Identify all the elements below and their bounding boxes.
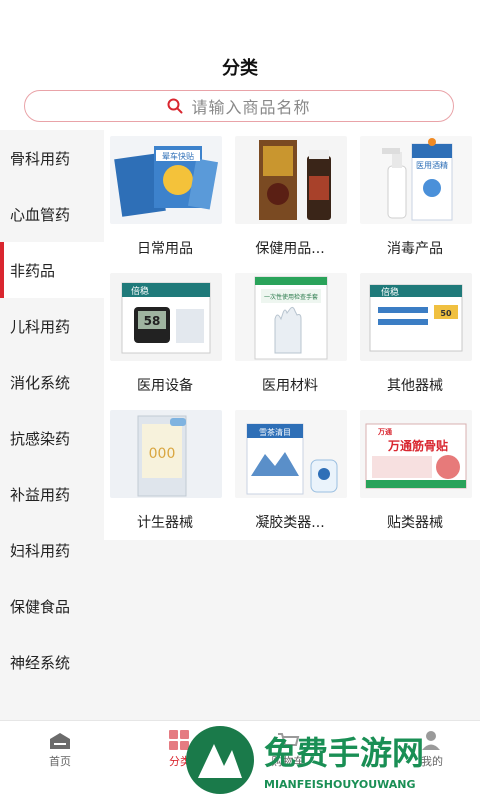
product-label: 雪茶清目 xyxy=(259,427,291,437)
sidebar-item-label: 骨科用药 xyxy=(10,149,71,168)
product-image: 000 xyxy=(110,410,222,498)
page-title: 分类 xyxy=(222,58,258,79)
watermark-subtitle: MIANFEISHOUYOUWANG xyxy=(264,778,416,791)
product-label: 倍稳 xyxy=(131,285,149,297)
product-image: 一次性使用检查手套 xyxy=(235,273,347,361)
tab-label: 首页 xyxy=(49,755,71,768)
sidebar-item-label: 心血管药 xyxy=(10,205,71,224)
meter-reading: 58 xyxy=(144,314,161,328)
category-sidebar: 骨科用药 心血管药 非药品 儿科用药 消化系统 抗感染药 补益用药 妇科用药 保… xyxy=(0,130,104,720)
strip-quantity: 50 xyxy=(440,309,452,318)
sidebar-item-label: 抗感染药 xyxy=(10,429,71,448)
category-label: 其他器械 xyxy=(387,378,443,394)
sidebar-item-label: 妇科用药 xyxy=(10,541,71,560)
category-tile[interactable]: 晕车快贴 日常用品 xyxy=(104,130,226,266)
category-tile[interactable]: 倍稳 58 医用设备 xyxy=(104,267,226,403)
home-icon xyxy=(50,733,70,749)
category-tile[interactable]: 一次性使用检查手套 医用材料 xyxy=(229,267,351,403)
search-input[interactable]: 请输入商品名称 xyxy=(24,90,454,122)
sidebar-item-label: 非药品 xyxy=(10,261,56,280)
category-label: 凝胶类器... xyxy=(255,515,325,531)
product-label: 晕车快贴 xyxy=(162,151,194,161)
product-label: 一次性使用检查手套 xyxy=(264,293,318,301)
search-icon xyxy=(167,98,183,114)
product-brand: 万通 xyxy=(377,427,393,436)
content-empty-area xyxy=(104,540,480,720)
category-label: 医用材料 xyxy=(262,378,318,394)
category-label: 贴类器械 xyxy=(387,515,443,531)
sidebar-item-cardiovascular[interactable]: 心血管药 xyxy=(0,186,104,242)
category-label: 保健用品... xyxy=(255,241,325,257)
category-tile[interactable]: 万通 万通筋骨贴 贴类器械 xyxy=(354,404,476,540)
product-image: 万通 万通筋骨贴 xyxy=(360,410,472,498)
sidebar-item-label: 神经系统 xyxy=(10,653,71,672)
product-image: 雪茶清目 xyxy=(235,410,347,498)
category-label: 计生器械 xyxy=(137,515,193,531)
category-label: 日常用品 xyxy=(137,241,193,257)
category-tile[interactable]: 000 计生器械 xyxy=(104,404,226,540)
product-label: 医用酒精 xyxy=(416,160,448,170)
product-label: 倍稳 xyxy=(381,286,399,298)
product-image xyxy=(235,136,347,224)
sidebar-item-anti-infective[interactable]: 抗感染药 xyxy=(0,410,104,466)
header: 分类 请输入商品名称 xyxy=(0,0,480,130)
sidebar-item-neurology[interactable]: 神经系统 xyxy=(0,634,104,690)
product-image: 倍稳 50 xyxy=(360,273,472,361)
product-label: 万通筋骨贴 xyxy=(387,438,448,453)
category-label: 消毒产品 xyxy=(387,241,443,257)
category-tile[interactable]: 倍稳 50 其他器械 xyxy=(354,267,476,403)
sidebar-item-tonic[interactable]: 补益用药 xyxy=(0,466,104,522)
sidebar-item-label: 儿科用药 xyxy=(10,317,71,336)
category-tile[interactable]: 医用酒精 消毒产品 xyxy=(354,130,476,266)
sidebar-item-label: 保健食品 xyxy=(10,597,71,616)
product-image: 医用酒精 xyxy=(360,136,472,224)
sidebar-item-label: 消化系统 xyxy=(10,373,71,392)
product-image: 晕车快贴 xyxy=(110,136,222,224)
sidebar-item-health-food[interactable]: 保健食品 xyxy=(0,578,104,634)
sidebar-item-pediatric[interactable]: 儿科用药 xyxy=(0,298,104,354)
category-tile[interactable]: 雪茶清目 凝胶类器... xyxy=(229,404,351,540)
sidebar-item-non-drug[interactable]: 非药品 xyxy=(0,242,104,298)
tab-home[interactable]: 首页 xyxy=(12,721,108,801)
category-tile[interactable]: 保健用品... xyxy=(229,130,351,266)
svg-text:000: 000 xyxy=(149,446,176,462)
sidebar-item-label: 补益用药 xyxy=(10,485,71,504)
sidebar-item-orthopedic[interactable]: 骨科用药 xyxy=(0,130,104,186)
site-watermark: 免费手游网 MIANFEISHOUYOUWANG xyxy=(180,722,480,800)
watermark-title: 免费手游网 xyxy=(264,734,424,772)
product-image: 倍稳 58 xyxy=(110,273,222,361)
category-grid: 晕车快贴 日常用品 保健用品... 医用酒精 消毒产品 倍稳 58 医用设备 一… xyxy=(104,130,480,540)
search-placeholder: 请输入商品名称 xyxy=(191,98,311,117)
sidebar-item-digestive[interactable]: 消化系统 xyxy=(0,354,104,410)
sidebar-item-gynecology[interactable]: 妇科用药 xyxy=(0,522,104,578)
category-label: 医用设备 xyxy=(137,378,193,394)
